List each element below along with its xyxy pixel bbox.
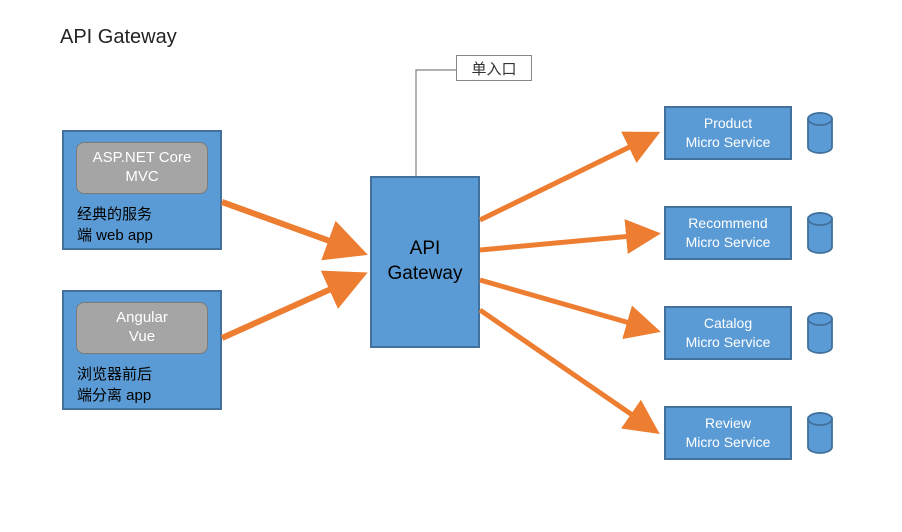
database-icon	[808, 113, 832, 453]
arrow-client2-gateway	[222, 276, 360, 338]
gateway-box: API Gateway	[370, 176, 480, 348]
service-box-product: Product Micro Service	[664, 106, 792, 160]
service-box-recommend: Recommend Micro Service	[664, 206, 792, 260]
arrow-gateway-review	[480, 310, 654, 430]
service-box-catalog: Catalog Micro Service	[664, 306, 792, 360]
callout-label: 单入口	[471, 58, 516, 79]
client-desc: 浏览器前后 端分离 app	[77, 364, 207, 406]
service-label: Catalog Micro Service	[686, 314, 771, 352]
arrow-gateway-product	[480, 135, 654, 220]
tech-pill-angular-vue: Angular Vue	[76, 302, 208, 354]
service-label: Review Micro Service	[686, 414, 771, 452]
callout-line	[416, 70, 456, 176]
service-label: Recommend Micro Service	[686, 214, 771, 252]
service-box-review: Review Micro Service	[664, 406, 792, 460]
tech-pill-aspnet: ASP.NET Core MVC	[76, 142, 208, 194]
tech-label: Angular Vue	[116, 309, 168, 345]
gateway-label: API Gateway	[388, 237, 463, 286]
arrow-gateway-catalog	[480, 280, 654, 330]
service-label: Product Micro Service	[686, 114, 771, 152]
diagram-title: API Gateway	[60, 26, 177, 49]
callout-single-entry: 单入口	[456, 55, 532, 81]
arrow-gateway-recommend	[480, 234, 654, 250]
client-desc: 经典的服务 端 web app	[77, 204, 207, 246]
client-box-server-app: ASP.NET Core MVC 经典的服务 端 web app	[62, 130, 222, 250]
tech-label: ASP.NET Core MVC	[93, 149, 192, 185]
client-box-spa-app: Angular Vue 浏览器前后 端分离 app	[62, 290, 222, 410]
arrow-client1-gateway	[222, 202, 360, 252]
